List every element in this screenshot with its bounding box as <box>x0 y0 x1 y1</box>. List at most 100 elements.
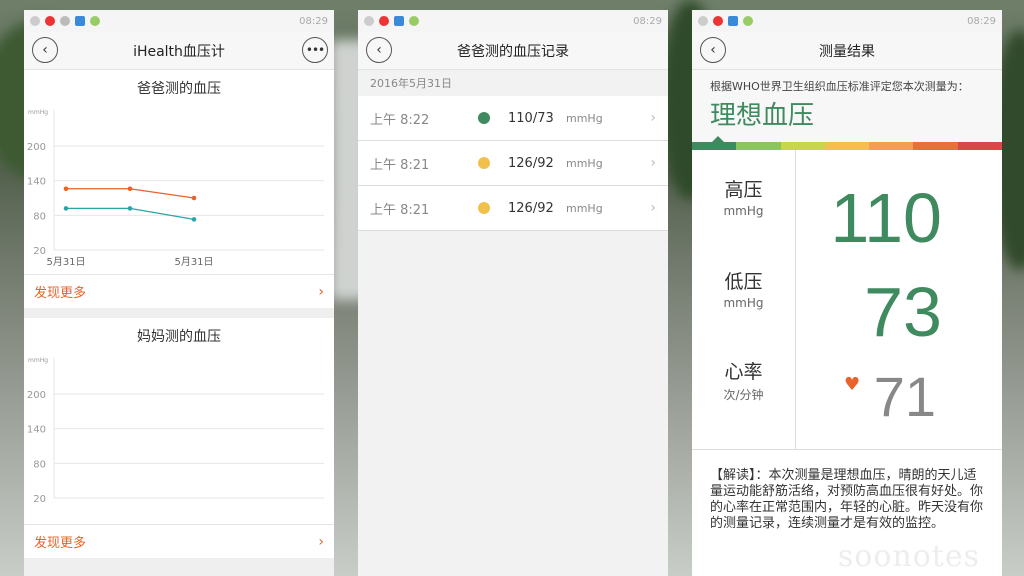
record-time: 上午 8:21 <box>370 157 430 173</box>
back-button[interactable]: ‹ <box>32 37 58 63</box>
notification-icon <box>30 16 40 26</box>
page-title: iHealth血压计 <box>133 43 225 60</box>
chevron-left-icon: ‹ <box>710 42 716 58</box>
record-row[interactable]: 上午 8:21 126/92 mmHg › <box>358 141 668 186</box>
record-list: 上午 8:22 110/73 mmHg › 上午 8:21 126/92 mmH… <box>358 96 668 231</box>
scale-pointer-icon <box>712 136 724 142</box>
data-point <box>127 186 133 192</box>
result-panel: 高压 mmHg 低压 mmHg 心率 次/分钟 110 73 ♥ 71 <box>692 150 1002 450</box>
data-point <box>191 217 197 222</box>
card-title: 妈妈测的血压 <box>137 329 221 345</box>
heart-rate-value: 71 <box>873 365 936 428</box>
status-bar: 08:29 <box>358 10 668 32</box>
record-value: 110/73 <box>508 110 554 126</box>
page-title: 爸爸测的血压记录 <box>457 43 569 60</box>
diastolic-unit: mmHg <box>723 295 764 310</box>
record-value: 126/92 <box>508 200 554 216</box>
y-axis-unit: mmHg <box>28 357 48 364</box>
discover-more-label: 发现更多 <box>34 536 87 551</box>
heart-rate-label: 心率 次/分钟 <box>692 334 795 426</box>
y-tick-label: 20 <box>33 246 46 257</box>
status-time: 08:29 <box>967 15 996 27</box>
watermark-logo: soonotes <box>837 539 980 574</box>
dad-bp-chart: mmHg20014080205月31日 5月31日 <box>27 109 324 268</box>
y-axis-unit: mmHg <box>28 109 48 116</box>
screen-records: 08:29 ‹ 爸爸测的血压记录 2016年5月31日 上午 8:22 110/… <box>358 10 668 576</box>
result-labels: 高压 mmHg 低压 mmHg 心率 次/分钟 <box>692 150 796 449</box>
notification-icon <box>698 16 708 26</box>
record-unit: mmHg <box>566 201 603 215</box>
status-bar: 08:29 <box>24 10 334 32</box>
card-title: 爸爸测的血压 <box>137 81 221 97</box>
heart-rate-unit: 次/分钟 <box>723 388 764 402</box>
scale-segment <box>736 142 781 150</box>
scale-segment <box>869 142 914 150</box>
cloud-icon <box>394 16 404 26</box>
interpretation-text: 【解读】：本次测量是理想血压，晴朗的天儿适量运动能舒筋活络，对预防高血压很有好处… <box>710 468 984 531</box>
y-tick-label: 140 <box>27 425 46 436</box>
heart-icon: ♥ <box>844 374 861 395</box>
data-point <box>191 195 197 201</box>
data-point <box>63 186 69 192</box>
nav-bar: ‹ 爸爸测的血压记录 <box>358 32 668 70</box>
y-tick-label: 80 <box>33 211 46 222</box>
app-icon <box>60 16 70 26</box>
scale-segment <box>957 142 1002 150</box>
status-dot <box>478 202 490 214</box>
dad-bp-card: 爸爸测的血压 mmHg 200 140 80 20 5月31日 5月31日 发现更多 › <box>24 70 334 308</box>
y-tick-label: 80 <box>33 459 46 470</box>
discover-more-link[interactable]: 发现更多 › <box>24 524 334 558</box>
record-unit: mmHg <box>566 156 603 170</box>
app-icon <box>379 16 389 26</box>
record-row[interactable]: 上午 8:21 126/92 mmHg › <box>358 186 668 231</box>
mom-bp-card: 妈妈测的血压 mmHg 200 140 80 20 发现更多 › <box>24 318 334 558</box>
status-time: 08:29 <box>299 15 328 27</box>
screen-result: 08:29 ‹ 测量结果 根据WHO世界卫生组织血压标准评定您本次测量为： 理想… <box>692 10 1002 576</box>
chevron-right-icon: › <box>650 155 656 171</box>
screen-overview: 08:29 ‹ iHealth血压计 ••• 爸爸测的血压 mmHg 200 140… <box>24 10 334 576</box>
discover-more-label: 发现更多 <box>34 286 87 301</box>
scale-segment <box>824 142 870 150</box>
diastolic-label: 低压 mmHg <box>692 242 795 334</box>
data-point <box>63 206 69 211</box>
more-button[interactable]: ••• <box>302 37 328 63</box>
heart-rate-label-text: 心率 <box>724 361 763 383</box>
scale-segment <box>692 142 737 150</box>
record-row[interactable]: 上午 8:22 110/73 mmHg › <box>358 96 668 141</box>
data-point <box>127 206 133 211</box>
app-icon <box>713 16 723 26</box>
status-dot <box>478 157 490 169</box>
x-tick-label: 5月31日 <box>46 256 85 268</box>
nav-bar: ‹ 测量结果 <box>692 32 1002 70</box>
systolic-value: 110 <box>830 179 942 257</box>
chevron-left-icon: ‹ <box>42 42 48 58</box>
bp-level: 理想血压 <box>692 94 1002 142</box>
y-tick-label: 20 <box>33 494 46 505</box>
back-button[interactable]: ‹ <box>700 37 726 63</box>
x-tick-label: 5月31日 <box>174 256 213 268</box>
app-icon <box>743 16 753 26</box>
page-title: 测量结果 <box>819 43 875 60</box>
diastolic-label-text: 低压 <box>724 270 763 293</box>
chevron-right-icon: › <box>318 533 324 550</box>
status-time: 08:29 <box>633 15 662 27</box>
chevron-right-icon: › <box>650 200 656 216</box>
y-tick-label: 200 <box>27 142 46 153</box>
chevron-right-icon: › <box>650 110 656 126</box>
y-tick-label: 140 <box>27 177 46 188</box>
systolic-label-text: 高压 <box>724 178 763 201</box>
discover-more-link[interactable]: 发现更多 › <box>24 274 334 308</box>
systolic-unit: mmHg <box>723 203 764 218</box>
date-header: 2016年5月31日 <box>358 70 668 96</box>
mom-bp-chart: mmHg 200 140 80 20 <box>27 357 324 505</box>
result-values: 110 73 ♥ 71 <box>796 150 1002 449</box>
record-time: 上午 8:22 <box>370 112 430 128</box>
status-dot <box>478 112 490 124</box>
scale-segment <box>913 142 958 150</box>
notification-icon <box>364 16 374 26</box>
back-button[interactable]: ‹ <box>366 37 392 63</box>
scale-segment <box>780 142 825 150</box>
cloud-icon <box>75 16 85 26</box>
bp-scale-bar <box>692 136 1002 150</box>
status-bar: 08:29 <box>692 10 1002 32</box>
